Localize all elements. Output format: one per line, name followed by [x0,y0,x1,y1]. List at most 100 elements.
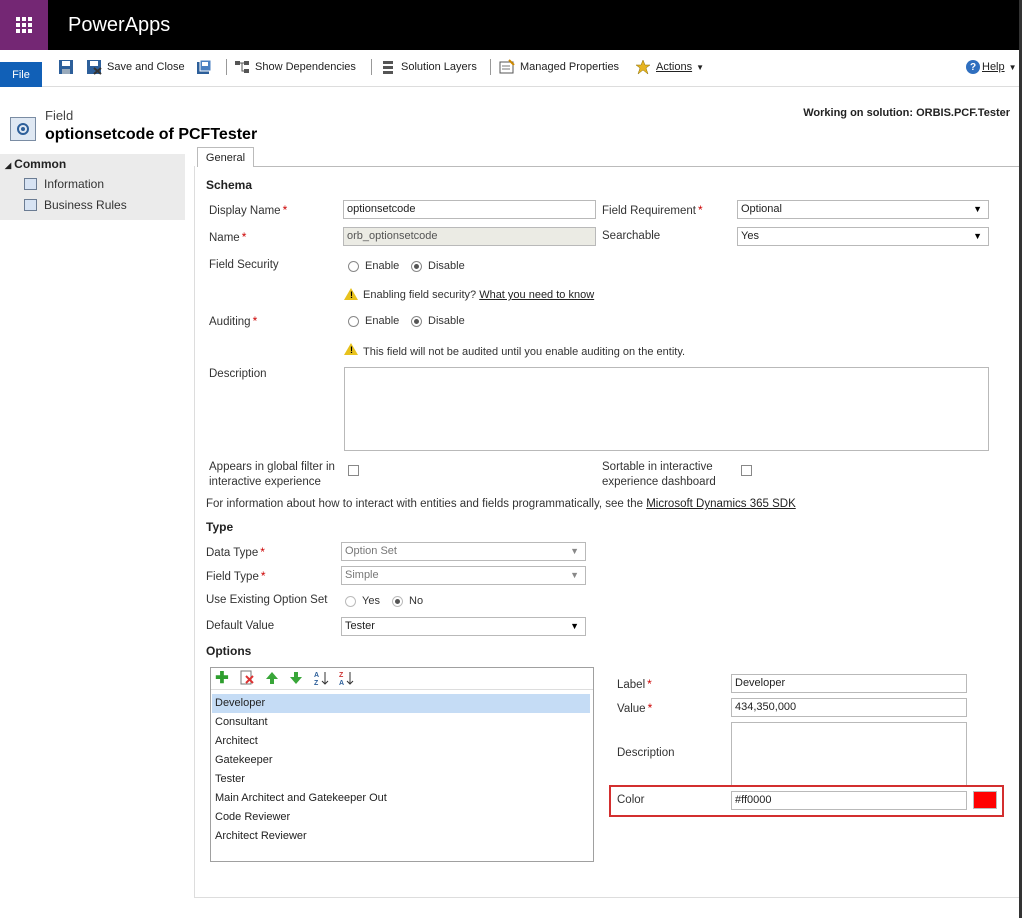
option-list-item[interactable]: Code Reviewer [212,808,590,827]
use-existing-yes-label: Yes [362,595,380,607]
option-list-item[interactable]: Gatekeeper [212,751,590,770]
option-list-item[interactable]: Main Architect and Gatekeeper Out [212,789,590,808]
required-icon: * [252,314,258,328]
app-title[interactable]: PowerApps [68,14,170,37]
searchable-select[interactable]: Yes ▼ [737,227,989,246]
global-filter-label-line1: Appears in global filter in [209,461,335,473]
data-type-value: Option Set [345,545,397,557]
global-filter-checkbox[interactable] [348,465,359,476]
save-as-button[interactable] [196,58,217,76]
field-security-disable-radio[interactable] [411,261,422,272]
solution-layers-button[interactable]: Solution Layers [380,58,477,76]
add-option-icon[interactable]: ✚ [214,670,230,687]
collapse-icon: ◢ [5,161,12,170]
field-security-enable-label: Enable [365,260,400,272]
type-section-title: Type [206,520,234,534]
save-as-icon [196,59,212,75]
required-icon: * [241,230,247,244]
file-button[interactable]: File [0,62,42,87]
layers-icon [380,59,396,75]
solution-layers-label: Solution Layers [401,61,477,73]
show-dependencies-label: Show Dependencies [255,61,356,73]
display-name-input[interactable]: optionsetcode [343,200,596,219]
option-description-textarea[interactable] [731,722,967,786]
show-dependencies-button[interactable]: Show Dependencies [234,58,356,76]
sdk-info: For information about how to interact wi… [206,498,796,510]
auditing-label: Auditing * [209,314,257,328]
save-and-close-label: Save and Close [107,61,185,73]
sdk-link[interactable]: Microsoft Dynamics 365 SDK [646,498,796,510]
option-color-input[interactable]: #ff0000 [731,791,967,810]
field-security-warning-text: Enabling field security? [363,289,477,301]
field-security-enable-radio[interactable] [348,261,359,272]
sidebar-item-business-rules[interactable]: Business Rules [24,198,127,212]
auditing-enable-label: Enable [365,315,400,327]
auditing-disable-radio[interactable] [411,316,422,327]
sortable-label-line1: Sortable in interactive [602,461,713,473]
app-launcher-icon[interactable] [0,0,48,50]
field-type-label-text: Field Type [206,571,259,583]
field-requirement-select[interactable]: Optional ▼ [737,200,989,219]
global-filter-label-line2: interactive experience [209,476,321,488]
move-down-icon[interactable] [288,670,304,686]
use-existing-no-label: No [409,595,424,607]
sidebar-item-information[interactable]: Information [24,177,104,191]
save-and-close-button[interactable]: Save and Close [86,58,185,76]
option-list-item[interactable]: Consultant [212,713,590,732]
option-value-label: Value * [617,701,652,715]
option-list-item[interactable]: Developer [212,694,590,713]
information-icon [24,178,37,190]
entity-type-label: Field [45,108,74,123]
required-icon: * [260,569,266,583]
sidebar-item-label: Business Rules [44,198,127,212]
option-label-input[interactable]: Developer [731,674,967,693]
option-color-label: Color [617,794,645,806]
move-up-icon[interactable] [264,670,280,686]
sortable-checkbox[interactable] [741,465,752,476]
description-textarea[interactable] [344,367,989,451]
description-label: Description [209,368,267,380]
required-icon: * [647,677,652,691]
sidebar-group-common[interactable]: ◢ Common [5,157,66,171]
color-swatch[interactable] [973,791,997,809]
business-rules-icon [24,199,37,211]
default-value-label: Default Value [206,620,275,632]
field-requirement-value: Optional [741,203,782,215]
save-button[interactable] [58,58,79,76]
options-section-title: Options [206,644,252,658]
option-list-item[interactable]: Tester [212,770,590,789]
option-list-item[interactable]: Architect Reviewer [212,827,590,846]
managed-properties-button[interactable]: Managed Properties [499,58,619,76]
use-existing-yes-radio [345,596,356,607]
option-description-label: Description [617,747,675,759]
auditing-label-text: Auditing [209,316,251,328]
chevron-down-icon: ▼ [973,204,982,214]
auditing-warning: This field will not be audited until you… [363,346,686,358]
option-value-label-text: Value [617,703,646,715]
sort-ascending-icon[interactable]: AZ [313,670,329,686]
option-value-input[interactable]: 434,350,000 [731,698,967,717]
data-type-select: Option Set ▼ [341,542,586,561]
sortable-label: Sortable in interactive experience dashb… [602,460,716,490]
default-value-value: Tester [345,620,375,632]
chevron-down-icon: ▼ [570,570,579,580]
field-security-warning: Enabling field security? What you need t… [363,289,594,301]
help-menu[interactable]: ? Help ▼ [966,58,1017,76]
searchable-label: Searchable [602,230,661,242]
tab-general[interactable]: General [197,147,254,167]
sort-descending-icon[interactable]: ZA [338,670,354,686]
managed-properties-icon [499,59,515,75]
what-you-need-to-know-link[interactable]: What you need to know [479,289,594,301]
delete-option-icon[interactable] [239,670,255,686]
actions-menu[interactable]: Actions ▼ [635,58,704,76]
dependencies-icon [234,59,250,75]
svg-text:A: A [339,680,344,686]
actions-icon [635,59,651,75]
managed-properties-label: Managed Properties [520,61,620,73]
sidebar-group-label: Common [14,157,67,171]
option-list-item[interactable]: Architect [212,732,590,751]
auditing-enable-radio[interactable] [348,316,359,327]
default-value-select[interactable]: Tester ▼ [341,617,586,636]
tab-divider [254,166,1019,167]
field-type-value: Simple [345,569,379,581]
